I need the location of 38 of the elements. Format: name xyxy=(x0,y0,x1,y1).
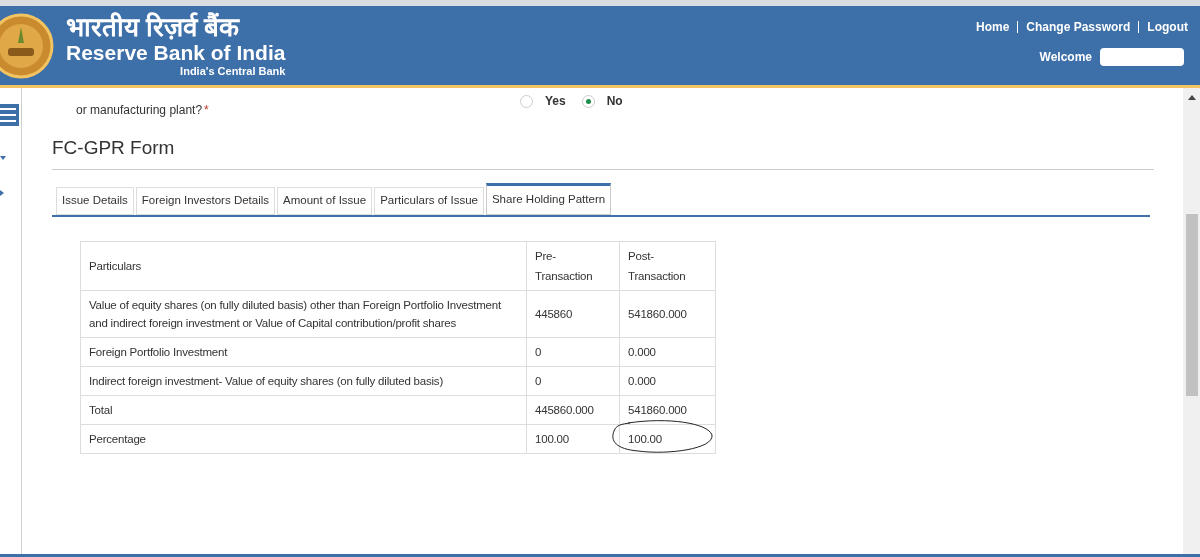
site-tagline: India's Central Bank xyxy=(180,66,286,77)
nav-link[interactable]: Home xyxy=(975,17,1010,36)
scroll-up-icon[interactable] xyxy=(1187,95,1196,100)
table-cell: 0 xyxy=(526,337,620,366)
form-title: FC-GPR Form xyxy=(52,134,1154,170)
column-header: Post- Transaction xyxy=(619,241,716,290)
table-cell: Indirect foreign investment- Value of equity shares (on fully diluted basis) xyxy=(80,366,527,395)
caret-down-icon[interactable] xyxy=(0,156,6,160)
tab[interactable]: Particulars of Issue xyxy=(374,186,484,215)
table-cell: 100.00 xyxy=(526,424,620,453)
table-cell: Total xyxy=(80,395,527,424)
scrollbar[interactable] xyxy=(1183,88,1200,554)
table-cell: 445860.000 xyxy=(526,395,620,424)
column-header: Particulars xyxy=(80,241,527,290)
radio-label: No xyxy=(606,93,623,110)
welcome-label: Welcome xyxy=(1039,48,1092,66)
nav-link[interactable]: Change Password xyxy=(1026,17,1131,36)
question-text: or manufacturing plant? xyxy=(76,102,203,119)
site-title: Reserve Bank of India xyxy=(66,42,286,63)
tab[interactable]: Share Holding Pattern xyxy=(485,182,612,215)
table-cell: 0 xyxy=(526,366,620,395)
nav-link[interactable]: Logout xyxy=(1147,17,1188,36)
radio-label: Yes xyxy=(545,93,566,110)
table-cell: 541860.000 xyxy=(619,290,716,337)
table-cell: Value of equity shares (on fully diluted basis) other than Foreign Portfolio Investment and indirect foreign investment or Value of Capital contribution/profit shares xyxy=(80,290,527,337)
tab[interactable]: Foreign Investors Details xyxy=(135,186,276,215)
column-header: Pre- Transaction xyxy=(526,241,620,290)
hindi-title: भारतीय रिज़र्व बैंक xyxy=(66,14,241,40)
tab[interactable]: Amount of Issue xyxy=(277,186,373,215)
required-mark: * xyxy=(204,102,209,119)
table-cell: 0.000 xyxy=(619,366,716,395)
tab[interactable]: Issue Details xyxy=(56,186,134,215)
table-cell: Foreign Portfolio Investment xyxy=(80,337,527,366)
caret-right-icon[interactable] xyxy=(0,190,4,196)
table-cell: Percentage xyxy=(80,424,527,453)
table-cell: 0.000 xyxy=(619,337,716,366)
menu-icon[interactable] xyxy=(0,104,19,126)
table-cell: 445860 xyxy=(526,290,620,337)
